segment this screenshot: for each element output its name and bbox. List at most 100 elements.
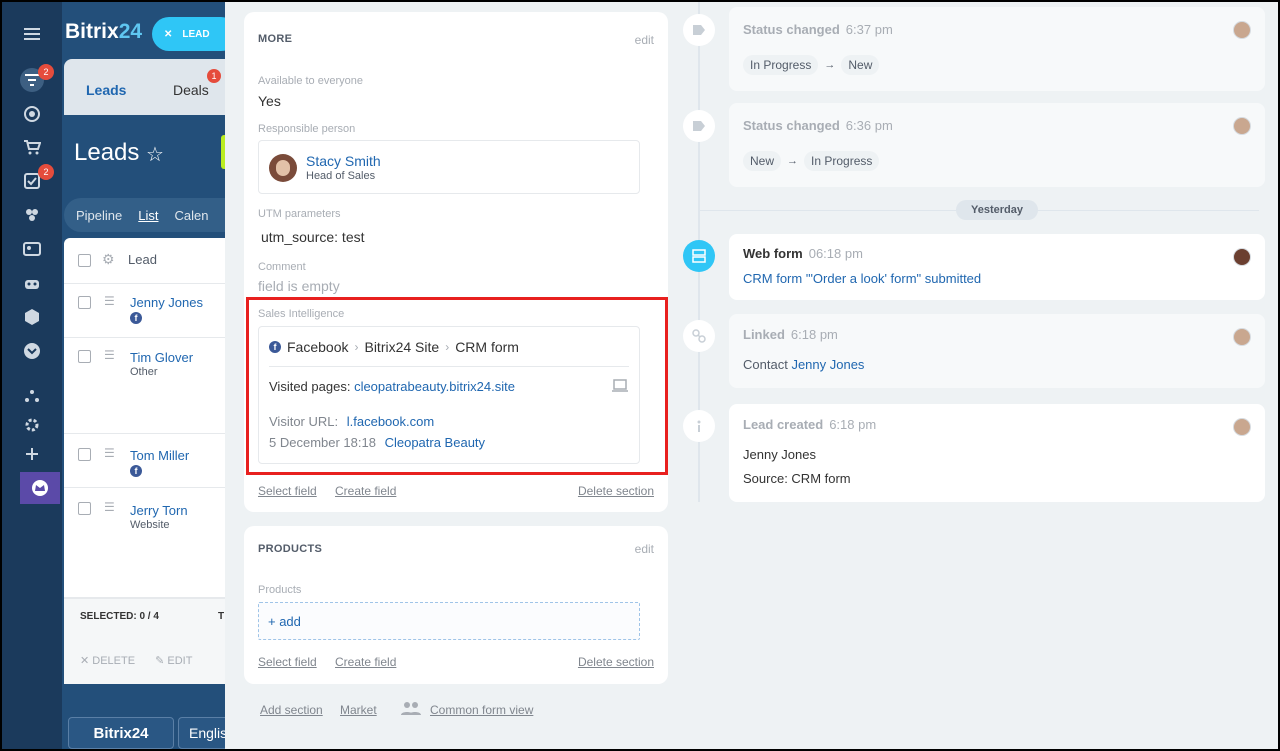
close-icon: ✕ [164, 28, 173, 40]
selected-count: SELECTED: 0 / 4 [80, 611, 159, 622]
select-all-checkbox[interactable] [78, 254, 91, 267]
status-to: New [841, 55, 880, 75]
status-transition: In Progress → New [743, 55, 880, 75]
flower-icon[interactable] [20, 203, 44, 227]
status-transition: New → In Progress [743, 151, 880, 171]
avatar [269, 154, 297, 182]
view-calendar[interactable]: Calen [175, 208, 209, 223]
avatar [1233, 248, 1251, 266]
contact-link[interactable]: Jenny Jones [791, 357, 864, 372]
left-navigation: 2 2 [2, 2, 62, 749]
tag-icon [683, 110, 715, 142]
lead-source: Source: CRM form [743, 471, 851, 486]
row-name[interactable]: Jenny Jones [130, 295, 203, 310]
row-checkbox[interactable] [78, 350, 91, 363]
menu-icon[interactable] [20, 22, 44, 46]
avatar [1233, 117, 1251, 135]
crown-icon[interactable] [20, 472, 60, 504]
timeline-item-title: Status changed 6:37 pm [743, 22, 893, 37]
row-checkbox[interactable] [78, 448, 91, 461]
create-field-link[interactable]: Create field [335, 655, 396, 669]
comment-label: Comment [258, 261, 306, 273]
row-name[interactable]: Tim Glover [130, 350, 193, 365]
common-form-view-link[interactable]: Common form view [430, 703, 533, 717]
timeline-item-title: Web form 06:18 pm [743, 246, 863, 261]
lead-name: Jenny Jones [743, 447, 816, 462]
timeline-item-title: Linked 6:18 pm [743, 327, 838, 342]
robot-icon[interactable] [20, 271, 44, 295]
available-label: Available to everyone [258, 75, 363, 87]
drag-handle-icon[interactable]: ☰ [104, 348, 118, 362]
responsible-role: Head of Sales [306, 170, 376, 182]
star-icon[interactable]: ☆ [146, 142, 164, 167]
row-source: Website [130, 519, 170, 531]
drag-handle-icon[interactable]: ☰ [104, 446, 118, 460]
view-list[interactable]: List [138, 208, 158, 223]
drag-handle-icon[interactable]: ☰ [104, 294, 118, 308]
section-title: MORE [258, 33, 293, 45]
edit-link[interactable]: edit [635, 33, 654, 47]
select-field-link[interactable]: Select field [258, 655, 317, 669]
add-product-button[interactable]: + add [258, 602, 640, 640]
cart-icon[interactable] [20, 135, 44, 159]
market-link[interactable]: Market [340, 703, 377, 717]
delete-section-link[interactable]: Delete section [578, 484, 654, 498]
utm-value: utm_source: test [261, 229, 365, 245]
timeline-item-lead-created: Lead created 6:18 pm Jenny Jones Source: … [729, 404, 1265, 502]
link-icon [683, 320, 715, 352]
status-from: New [743, 151, 782, 171]
row-checkbox[interactable] [78, 502, 91, 515]
chevron-down-icon[interactable] [20, 339, 44, 363]
edit-action[interactable]: ✎ EDIT [155, 654, 192, 667]
deals-badge: 1 [207, 69, 221, 83]
status-to: In Progress [804, 151, 880, 171]
responsible-person-card[interactable]: Stacy Smith Head of Sales [258, 140, 640, 194]
bitrix24-bottom-logo[interactable]: Bitrix24 [68, 717, 174, 749]
tab-leads[interactable]: Leads [86, 82, 126, 98]
filter-badge: 2 [38, 64, 54, 80]
total-label-fragment: T [218, 611, 225, 622]
grid-actions: ✕ DELETE ✎ EDIT [80, 654, 192, 667]
users-icon [399, 700, 423, 721]
edit-link[interactable]: edit [635, 542, 654, 556]
row-name[interactable]: Tom Miller [130, 448, 189, 463]
drag-handle-icon[interactable]: ☰ [104, 500, 118, 514]
delete-action[interactable]: ✕ DELETE [80, 654, 135, 667]
screen: 2 2 Bitrix24 ✕ LEAD Leads Deals 1 Leads … [2, 2, 1278, 749]
row-checkbox[interactable] [78, 296, 91, 309]
avatar [1233, 21, 1251, 39]
lead-details-slider: MORE edit Available to everyone Yes Resp… [225, 2, 1278, 749]
gear-icon[interactable]: ⚙ [102, 251, 115, 268]
add-section-link[interactable]: Add section [260, 703, 323, 717]
box-icon[interactable] [20, 305, 44, 329]
timeline-item-linked: Linked 6:18 pm Contact Jenny Jones [729, 314, 1265, 388]
bitrix24-logo: Bitrix24 [65, 20, 143, 43]
target-icon[interactable] [20, 102, 44, 126]
gear-icon[interactable] [20, 413, 44, 437]
grid-header-lead: Lead [128, 252, 157, 267]
timeline-item-title: Status changed 6:36 pm [743, 118, 893, 133]
select-field-link[interactable]: Select field [258, 484, 317, 498]
tab-deals[interactable]: Deals [173, 82, 209, 98]
timeline-item-status-changed: Status changed 6:37 pm In Progress → New [729, 7, 1265, 91]
tag-icon [683, 14, 715, 46]
create-field-link[interactable]: Create field [335, 484, 396, 498]
responsible-name[interactable]: Stacy Smith [306, 153, 381, 169]
structure-icon[interactable] [20, 384, 44, 408]
comment-value: field is empty [258, 278, 340, 294]
more-section: MORE edit Available to everyone Yes Resp… [244, 12, 668, 512]
linked-contact: Contact Jenny Jones [743, 357, 864, 372]
info-icon [683, 410, 715, 442]
arrow-right-icon: → [824, 59, 836, 71]
row-name[interactable]: Jerry Torn [130, 503, 188, 518]
products-label: Products [258, 584, 302, 596]
timeline-item-title: Lead created 6:18 pm [743, 417, 877, 432]
contact-card-icon[interactable] [20, 237, 44, 261]
page-title: Leads [74, 139, 140, 166]
plus-icon[interactable] [20, 442, 44, 466]
delete-section-link[interactable]: Delete section [578, 655, 654, 669]
products-section: PRODUCTS edit Products + add Select fiel… [244, 526, 668, 684]
web-form-link[interactable]: CRM form "'Order a look' form" submitted [743, 271, 981, 286]
view-pipeline[interactable]: Pipeline [76, 208, 122, 223]
avatar [1233, 418, 1251, 436]
